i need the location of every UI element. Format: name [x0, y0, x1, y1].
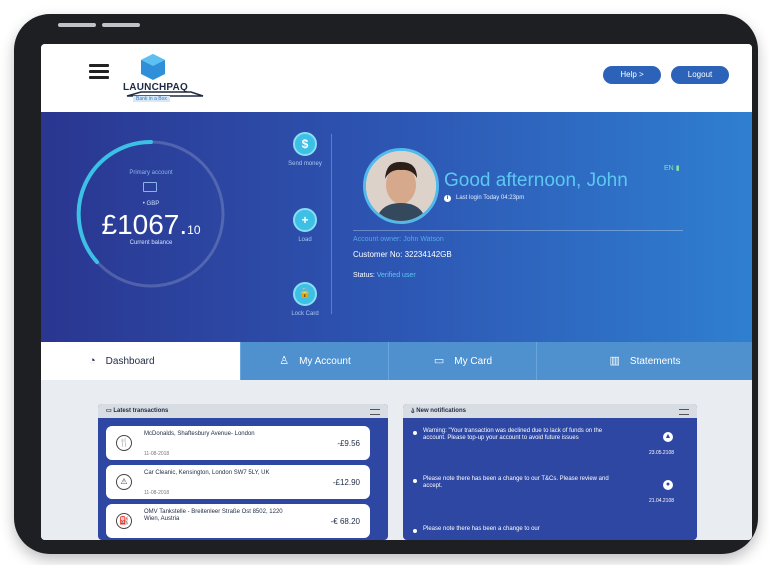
avatar — [363, 148, 439, 224]
hero-panel: Primary account • GBP £1067.10 Current b… — [41, 112, 752, 342]
load-action[interactable]: + Load — [275, 208, 335, 243]
tab-statements-label: Statements — [629, 356, 681, 367]
panel-menu-icon[interactable] — [370, 409, 380, 415]
info-icon: i — [444, 195, 451, 202]
notifications-header: ⍙ New notifications — [403, 404, 697, 418]
divider — [331, 134, 332, 314]
tab-dashboard-label: Dashboard — [105, 356, 155, 367]
car-wash-icon: ⚠ — [116, 474, 132, 490]
tab-my-card[interactable]: ▭ My Card — [388, 342, 537, 380]
user-icon: ♙ — [279, 355, 290, 367]
bullet-icon — [413, 479, 417, 483]
transaction-item[interactable]: ⛽ OMV Tankstelle - Breitenleer Straße Os… — [106, 504, 370, 538]
plus-icon[interactable]: + — [293, 208, 317, 232]
panel-menu-icon[interactable] — [679, 409, 689, 415]
tab-statements[interactable]: ▥ Statements — [536, 342, 752, 380]
tab-my-account-label: My Account — [299, 356, 351, 367]
transaction-date: 11-08-2018 — [144, 490, 170, 496]
tab-dashboard[interactable]: ◔ Dashboard — [41, 342, 240, 380]
greeting: Good afternoon, John — [444, 170, 628, 191]
transactions-header: ▭ Latest transactions — [98, 404, 388, 418]
send-money-action[interactable]: $ Send money — [275, 132, 335, 167]
status-label: Status: — [353, 272, 375, 279]
tab-bar: ◔ Dashboard ♙ My Account ▭ My Card ▥ Stateme… — [41, 342, 752, 380]
language-label: EN — [664, 165, 674, 172]
lock-card-action[interactable]: 🔒 Lock Card — [275, 282, 335, 317]
bullet-icon — [413, 431, 417, 435]
transactions-panel: ▭ Latest transactions 🍴 McDonalds, Shaft… — [98, 404, 388, 540]
transaction-date: 11-08-2018 — [144, 451, 170, 457]
balance-account-label: Primary account — [129, 170, 173, 176]
transaction-item[interactable]: 🍴 McDonalds, Shaftesbury Avenue- London … — [106, 426, 370, 460]
balance-amount-decimal: 10 — [187, 223, 201, 237]
bar-chart-icon: ▥ — [609, 355, 620, 367]
logout-button[interactable]: Logout — [671, 66, 729, 84]
transaction-merchant: McDonalds, Shaftesbury Avenue- London — [144, 431, 255, 437]
status-row: Status: Verified user — [353, 272, 416, 279]
status-value: Verified user — [376, 272, 416, 279]
dashboard-icon: ◔ — [89, 355, 96, 367]
logo-tagline: Bank in a Box — [133, 96, 170, 102]
notification-date: 23.05.2108 — [649, 450, 675, 456]
transaction-amount: -£12.90 — [332, 478, 360, 487]
flag-icon: ▮ — [675, 165, 680, 172]
logo-text: LAUNCHPAQ — [123, 82, 188, 93]
hamburger-menu-icon[interactable] — [89, 64, 109, 80]
notifications-title: New notifications — [416, 408, 466, 414]
last-login: i Last login Today 04:23pm — [444, 195, 524, 202]
bullet-icon — [413, 529, 417, 533]
notification-text: Please note there has been a change to o… — [423, 526, 540, 532]
balance-amount-main: £1067. — [101, 209, 188, 240]
volume-button — [58, 23, 96, 27]
restaurant-icon: 🍴 — [116, 435, 132, 451]
tab-my-account[interactable]: ♙ My Account — [240, 342, 389, 380]
info-circle-icon[interactable]: ● — [663, 480, 673, 490]
transaction-amount: -£9.56 — [337, 439, 360, 448]
warning-icon[interactable]: ▲ — [663, 432, 673, 442]
transaction-item[interactable]: ⚠ Car Cleanic, Kensington, London SW7 5L… — [106, 465, 370, 499]
avatar-photo — [366, 151, 436, 221]
card-icon — [143, 182, 157, 192]
dashboard-content: ▭ Latest transactions 🍴 McDonalds, Shaft… — [41, 380, 752, 540]
lock-card-label: Lock Card — [291, 311, 319, 317]
card-icon: ▭ — [433, 355, 445, 367]
balance-currency: • GBP — [142, 201, 160, 207]
tab-my-card-label: My Card — [454, 356, 493, 367]
app-screen: LAUNCHPAQ Bank in a Box Help > Logout Pr… — [41, 44, 752, 540]
transactions-title: Latest transactions — [113, 408, 169, 414]
transaction-merchant: OMV Tankstelle - Breitenleer Straße Ost … — [144, 509, 283, 522]
account-owner: Account owner: John Watson — [353, 236, 444, 243]
profile-divider — [353, 230, 683, 231]
balance-label: Current balance — [129, 240, 173, 246]
notification-text: Warning: "Your transaction was declined … — [423, 428, 603, 441]
balance-amount: £1067.10 — [83, 209, 219, 241]
logo: LAUNCHPAQ Bank in a Box — [123, 52, 213, 108]
fuel-icon: ⛽ — [116, 513, 132, 529]
transaction-amount: -€ 68.20 — [330, 517, 360, 526]
help-button[interactable]: Help > — [603, 66, 661, 84]
top-bar: LAUNCHPAQ Bank in a Box Help > Logout — [41, 44, 752, 112]
load-label: Load — [298, 237, 312, 243]
last-login-text: Last login Today 04:23pm — [456, 195, 525, 201]
transaction-merchant: Car Cleanic, Kensington, London SW7 5LY,… — [144, 470, 270, 476]
send-money-icon[interactable]: $ — [293, 132, 317, 156]
notification-date: 21.04.2108 — [649, 498, 675, 504]
send-money-label: Send money — [288, 161, 322, 167]
notification-text: Please note there has been a change to o… — [423, 476, 609, 489]
power-button — [102, 23, 140, 27]
customer-number: Customer No: 32234142GB — [353, 250, 452, 259]
language-selector[interactable]: EN ▮ — [664, 164, 680, 172]
lock-icon[interactable]: 🔒 — [293, 282, 317, 306]
notifications-panel: ⍙ New notifications Warning: "Your trans… — [403, 404, 697, 540]
